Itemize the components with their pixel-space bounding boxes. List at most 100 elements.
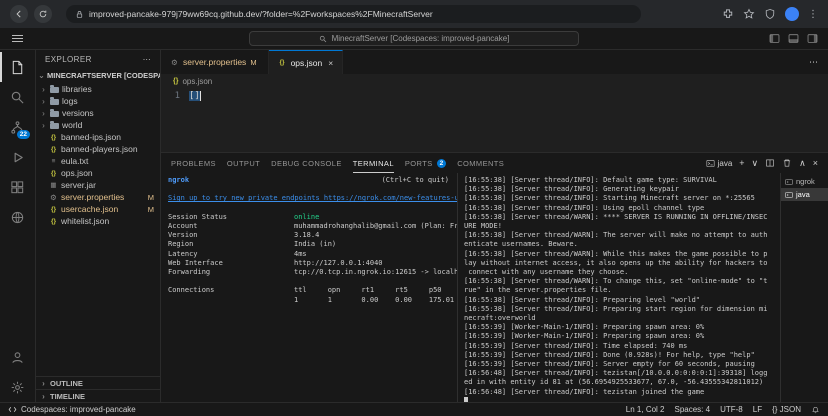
- json-file-icon: {}: [49, 146, 58, 153]
- activity-search[interactable]: [0, 82, 35, 112]
- log-line: URE MODE!: [464, 222, 780, 231]
- toggle-panel-icon[interactable]: [788, 33, 799, 44]
- sidebar-title: EXPLORER: [45, 55, 92, 64]
- editor-tabbar: ⚙ server.properties M {} ops.json × ⋯: [161, 50, 828, 74]
- split-terminal-icon[interactable]: [765, 158, 775, 168]
- terminal-list-item-java[interactable]: java: [781, 188, 828, 201]
- log-line: [16:55:38] [Server thread/INFO]: Startin…: [464, 194, 780, 203]
- trash-icon[interactable]: [782, 158, 792, 168]
- tree-file-server-properties[interactable]: ⚙server.propertiesM: [36, 191, 160, 203]
- language-mode[interactable]: {} JSON: [772, 405, 801, 414]
- command-center-search[interactable]: MinecraftServer [Codespaces: improved-pa…: [249, 31, 579, 46]
- editor-cursor: [200, 91, 201, 101]
- folder-name: libraries: [62, 84, 92, 94]
- new-terminal-icon[interactable]: +: [739, 159, 744, 168]
- tree-file-whitelist[interactable]: {}whitelist.json: [36, 215, 160, 227]
- tree-file-eula[interactable]: ≡eula.txt: [36, 155, 160, 167]
- timeline-section[interactable]: ›TIMELINE: [36, 389, 160, 402]
- workspace-name: MINECRAFTSERVER [CODESPACES: IMPRO...: [47, 71, 160, 80]
- profile-avatar[interactable]: [785, 7, 799, 21]
- tab-actions-more-icon[interactable]: ⋯: [809, 57, 828, 68]
- properties-file-icon: ⚙: [49, 193, 58, 202]
- tab-problems[interactable]: PROBLEMS: [171, 153, 216, 173]
- editor-column: ⚙ server.properties M {} ops.json × ⋯ {}…: [161, 50, 828, 402]
- log-line: ed in with entity id 81 at (56.695492553…: [464, 378, 780, 387]
- toggle-sidebar-icon[interactable]: [769, 33, 780, 44]
- activity-remote-explorer[interactable]: [0, 202, 35, 232]
- tab-ports[interactable]: PORTS2: [405, 153, 446, 173]
- shell-launcher[interactable]: java: [706, 159, 733, 168]
- terminal-ngrok[interactable]: ngrok(Ctrl+C to quit) Sign up to try new…: [161, 173, 458, 402]
- terminal-java[interactable]: [16:55:38] [Server thread/INFO]: Default…: [458, 173, 780, 402]
- sidebar-more-icon[interactable]: ⋯: [143, 55, 151, 64]
- tree-folder-versions[interactable]: ›versions: [36, 107, 160, 119]
- activity-settings[interactable]: [0, 372, 35, 402]
- menu-icon[interactable]: [12, 38, 23, 39]
- outline-label: OUTLINE: [50, 379, 83, 388]
- tree-file-server-jar[interactable]: ▦server.jar: [36, 179, 160, 191]
- editor-content[interactable]: 1 []: [161, 88, 828, 152]
- tree-file-usercache[interactable]: {}usercache.jsonM: [36, 203, 160, 215]
- tab-server-properties[interactable]: ⚙ server.properties M: [161, 50, 269, 74]
- tree-folder-libraries[interactable]: ›libraries: [36, 83, 160, 95]
- activity-account[interactable]: [0, 342, 35, 372]
- terminal-list-item-ngrok[interactable]: ngrok: [781, 175, 828, 188]
- browser-actions: ⋮: [722, 7, 818, 21]
- back-arrow-icon: [14, 9, 24, 19]
- folder-icon: [50, 87, 59, 93]
- folder-icon: [50, 99, 59, 105]
- tree-file-banned-ips[interactable]: {}banned-ips.json: [36, 131, 160, 143]
- chevron-down-icon[interactable]: ∨: [752, 159, 759, 168]
- outline-section[interactable]: ›OUTLINE: [36, 376, 160, 389]
- file-name: banned-players.json: [61, 144, 138, 154]
- activity-source-control[interactable]: 22: [0, 112, 35, 142]
- json-file-icon: {}: [49, 170, 58, 177]
- bell-icon[interactable]: [811, 405, 820, 414]
- address-bar[interactable]: improved-pancake-979j79ww69cq.github.dev…: [66, 5, 641, 23]
- chevron-right-icon: ›: [40, 109, 47, 118]
- log-line: [16:55:38] [Server thread/INFO]: Prepari…: [464, 296, 780, 305]
- ngrok-signup-link[interactable]: Sign up to try new private endpoints htt…: [168, 194, 457, 203]
- terminal-list: ngrok java: [780, 173, 828, 402]
- remote-indicator[interactable]: Codespaces: improved-pancake: [8, 405, 136, 414]
- close-icon[interactable]: ×: [328, 58, 333, 68]
- shield-icon[interactable]: [764, 8, 776, 20]
- ngrok-account-row: Accountmuhammadrohanghalib@gmail.com (Pl…: [168, 222, 457, 231]
- workspace-section-header[interactable]: ⌄ MINECRAFTSERVER [CODESPACES: IMPRO...: [36, 68, 160, 83]
- back-button[interactable]: [10, 5, 28, 23]
- breadcrumb[interactable]: {} ops.json: [161, 74, 828, 88]
- tab-ops-json[interactable]: {} ops.json ×: [269, 50, 344, 74]
- tab-terminal[interactable]: TERMINAL: [353, 153, 394, 173]
- log-line: [16:55:38] [Server thread/WARN]: The ser…: [464, 231, 780, 240]
- tab-comments[interactable]: COMMENTS: [457, 153, 504, 173]
- tab-debug-console[interactable]: DEBUG CONSOLE: [271, 153, 342, 173]
- chevron-right-icon: ›: [40, 97, 47, 106]
- reload-button[interactable]: [34, 5, 52, 23]
- browser-menu-icon[interactable]: ⋮: [808, 9, 818, 20]
- file-tree: ›libraries ›logs ›versions ›world {}bann…: [36, 83, 160, 376]
- encoding[interactable]: UTF-8: [720, 405, 743, 414]
- cursor-position[interactable]: Ln 1, Col 2: [626, 405, 665, 414]
- eol[interactable]: LF: [753, 405, 762, 414]
- tree-file-ops[interactable]: {}ops.json: [36, 167, 160, 179]
- timeline-label: TIMELINE: [50, 392, 85, 401]
- bookmark-star-icon[interactable]: [743, 8, 755, 20]
- activity-explorer[interactable]: [0, 52, 35, 82]
- maximize-panel-icon[interactable]: ∧: [799, 159, 806, 168]
- indentation[interactable]: Spaces: 4: [675, 405, 711, 414]
- customize-layout-icon[interactable]: [807, 33, 818, 44]
- activity-run-debug[interactable]: [0, 142, 35, 172]
- ngrok-quit-hint: (Ctrl+C to quit): [382, 176, 449, 185]
- tree-file-banned-players[interactable]: {}banned-players.json: [36, 143, 160, 155]
- log-line: [16:55:38] [Server thread/INFO]: Using e…: [464, 204, 780, 213]
- lock-icon: [75, 10, 84, 19]
- extensions-puzzle-icon[interactable]: [722, 8, 734, 20]
- activity-extensions[interactable]: [0, 172, 35, 202]
- remote-icon: [8, 405, 17, 414]
- tree-folder-world[interactable]: ›world: [36, 119, 160, 131]
- close-panel-icon[interactable]: ×: [813, 159, 818, 168]
- tab-output[interactable]: OUTPUT: [227, 153, 260, 173]
- terminal-icon: [706, 159, 715, 168]
- file-name: ops.json: [61, 168, 93, 178]
- tree-folder-logs[interactable]: ›logs: [36, 95, 160, 107]
